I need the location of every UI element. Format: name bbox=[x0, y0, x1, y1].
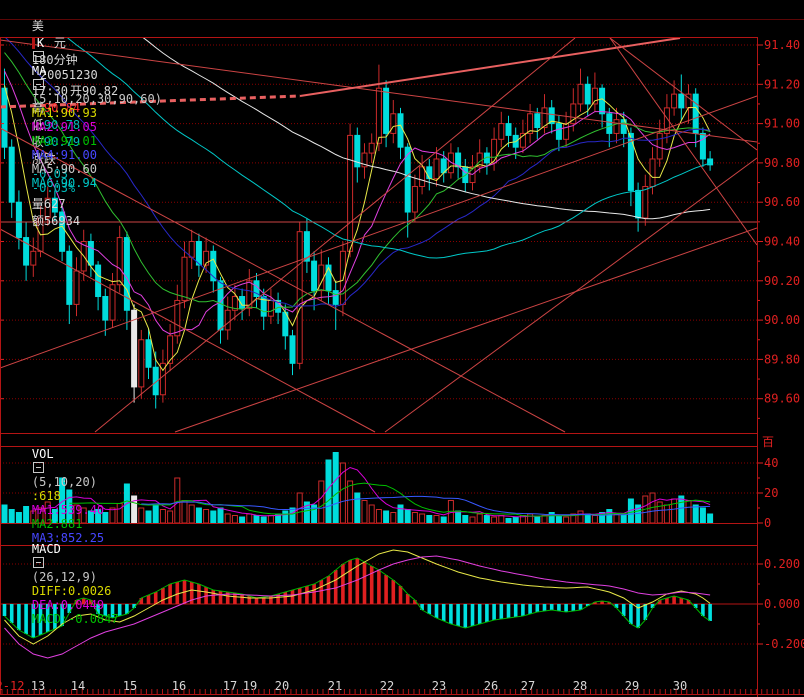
ma5-value: MA5:90.60 bbox=[31, 162, 97, 176]
svg-text:0: 0 bbox=[764, 516, 771, 530]
vol-current-value: :618 bbox=[31, 489, 61, 503]
svg-text:14: 14 bbox=[71, 679, 85, 693]
volume-panel[interactable] bbox=[0, 452, 757, 524]
svg-text:23: 23 bbox=[432, 679, 446, 693]
svg-text:90.80: 90.80 bbox=[764, 156, 800, 170]
ma1-value: MA1:90.93 bbox=[31, 106, 97, 120]
svg-text:90.60: 90.60 bbox=[764, 195, 800, 209]
svg-text:17: 17 bbox=[223, 679, 237, 693]
k-label: K bbox=[36, 36, 45, 50]
svg-text:20: 20 bbox=[275, 679, 289, 693]
vol-ma1-value: MA1:539.40 bbox=[31, 503, 105, 517]
svg-text:20: 20 bbox=[764, 486, 778, 500]
svg-text:26: 26 bbox=[484, 679, 498, 693]
ma-visibility-checkbox[interactable] bbox=[32, 79, 44, 90]
svg-text:89.80: 89.80 bbox=[764, 352, 800, 366]
ma4-value: MA4:91.00 bbox=[31, 148, 97, 162]
svg-text:19: 19 bbox=[243, 679, 257, 693]
svg-text:0.000: 0.000 bbox=[764, 597, 800, 611]
svg-text:-0.200: -0.200 bbox=[764, 637, 804, 651]
ma-params: (5,10,20,30,90,60) bbox=[31, 92, 162, 106]
svg-text:91.40: 91.40 bbox=[764, 38, 800, 52]
main-indicator-header: K MA (5,10,20,30,90,60) MA1:90.93 MA2:91… bbox=[3, 22, 164, 204]
svg-text:91.20: 91.20 bbox=[764, 77, 800, 91]
macd-params: (26,12,9) bbox=[31, 570, 97, 584]
ma2-value: MA2:91.05 bbox=[31, 120, 97, 134]
svg-text:0.200: 0.200 bbox=[764, 557, 800, 571]
ma-label: MA bbox=[31, 64, 47, 78]
amount-label: 额 bbox=[31, 214, 44, 228]
amount-value: 56934 bbox=[43, 214, 81, 228]
svg-text:40: 40 bbox=[764, 456, 778, 470]
svg-text:30: 30 bbox=[673, 679, 687, 693]
svg-text:90.40: 90.40 bbox=[764, 235, 800, 249]
svg-text:百: 百 bbox=[762, 435, 774, 449]
svg-text:90.20: 90.20 bbox=[764, 274, 800, 288]
date-axis: 2-12131415161719202122232627282930 bbox=[0, 679, 800, 694]
ma6-value: MA6:90.94 bbox=[31, 176, 97, 190]
k-visibility-checkbox[interactable] bbox=[32, 51, 44, 62]
ma3-value: MA3:91.01 bbox=[31, 134, 97, 148]
macd-visibility-checkbox[interactable] bbox=[32, 557, 44, 568]
svg-text:21: 21 bbox=[328, 679, 342, 693]
panel-marker bbox=[31, 38, 35, 49]
svg-text:91.00: 91.00 bbox=[764, 117, 800, 131]
macd-macd-value: MACD:-0.0847 bbox=[31, 612, 119, 626]
svg-text:29: 29 bbox=[625, 679, 639, 693]
macd-dea-value: DEA:0.0449 bbox=[31, 598, 105, 612]
vol-params: (5,10,20) bbox=[31, 475, 97, 489]
svg-text:89.60: 89.60 bbox=[764, 392, 800, 406]
macd-indicator-header: MACD (26,12,9) DIFF:0.0026 DEA:0.0449 MA… bbox=[3, 528, 121, 640]
svg-text:90.00: 90.00 bbox=[764, 313, 800, 327]
vol-visibility-checkbox[interactable] bbox=[32, 462, 44, 473]
vol-label: VOL bbox=[31, 447, 54, 461]
trading-app-window: 美 元 180分钟 20051230 17:30 开90.82 高90.84 低9… bbox=[0, 0, 804, 697]
macd-label: MACD bbox=[31, 542, 61, 556]
macd-diff-value: DIFF:0.0026 bbox=[31, 584, 112, 598]
svg-text:13: 13 bbox=[31, 679, 45, 693]
svg-text:27: 27 bbox=[521, 679, 535, 693]
